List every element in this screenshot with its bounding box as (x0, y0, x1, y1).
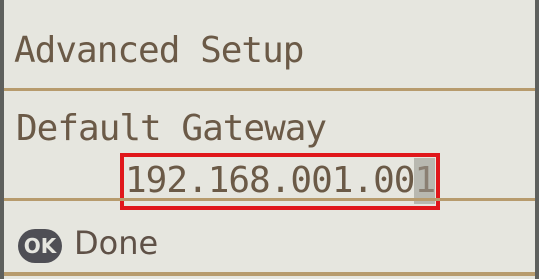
ok-button-icon[interactable]: OK (18, 229, 62, 263)
divider (4, 272, 535, 276)
divider (4, 198, 535, 201)
lcd-screen: Advanced Setup Default Gateway 192.168.0… (4, 0, 535, 279)
gateway-value: 192.168.001.00 (125, 160, 415, 201)
setting-label: Default Gateway (16, 108, 327, 149)
screen-title: Advanced Setup (14, 30, 304, 71)
divider (4, 88, 535, 91)
done-label: Done (74, 224, 159, 262)
